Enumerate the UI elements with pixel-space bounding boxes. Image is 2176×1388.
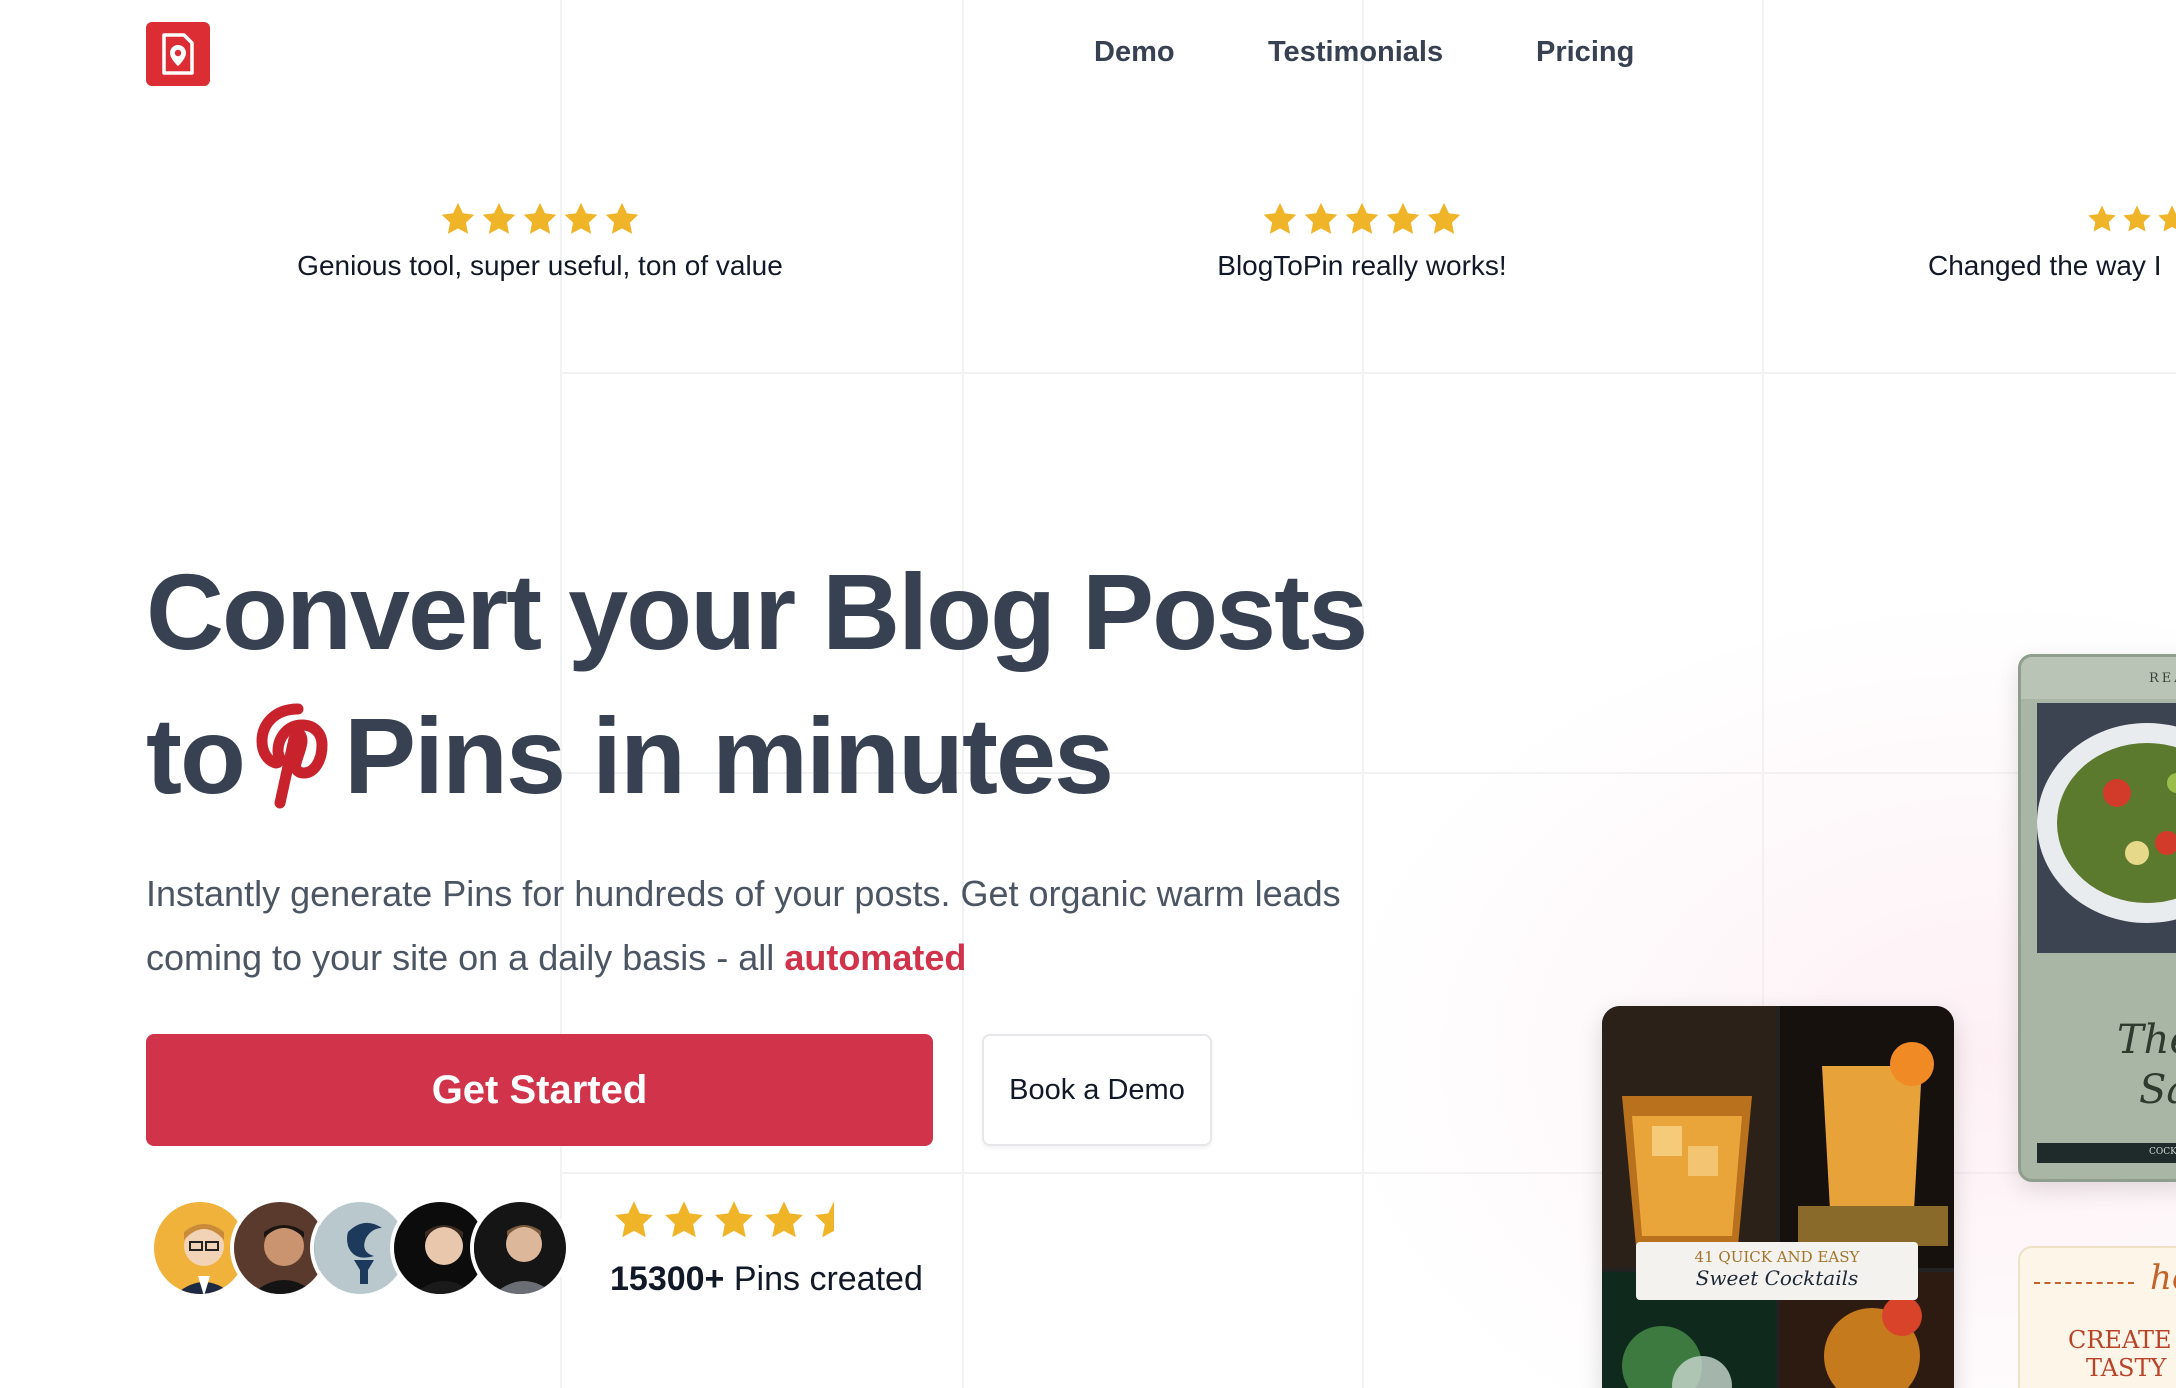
star-icon: [615, 1201, 653, 1238]
grid-line: [560, 372, 2176, 374]
pin-salad-title-2: Sa: [2139, 1067, 2176, 1113]
testimonial-text: Changed the way I: [1928, 250, 2162, 281]
star-rating: [1928, 200, 2176, 238]
star-icon: [2088, 205, 2116, 232]
star-icon: [1345, 202, 1379, 234]
pin-overlay-small: 41 QUICK AND EASY: [1694, 1248, 1860, 1266]
pins-label: Pins created: [733, 1260, 923, 1298]
hero-title-to: to: [146, 695, 246, 816]
avatar: [470, 1198, 570, 1298]
pin-tasty-divider: [2034, 1282, 2134, 1284]
pin-overlay-label: 41 QUICK AND EASY Sweet Cocktails: [1636, 1242, 1918, 1300]
testimonial-card: BlogToPin really works!: [1102, 200, 1622, 282]
star-icon: [715, 1201, 753, 1238]
cocktail-image: [1602, 1006, 1954, 1388]
star-icon: [564, 202, 598, 234]
testimonial-text: Genious tool, super useful, ton of value: [297, 250, 783, 281]
star-icon: [1386, 202, 1420, 234]
star-icon: [441, 202, 475, 234]
star-icon: [1263, 202, 1297, 234]
hero-title-line2: Pins in minutes: [343, 695, 1114, 816]
pin-overlay-title: Sweet Cocktails: [1695, 1266, 1859, 1290]
star-icon: [2158, 205, 2176, 232]
pin-salad-top: REA: [2021, 657, 2176, 699]
pins-count: 15300+: [610, 1260, 725, 1298]
testimonial-card: Genious tool, super useful, ton of value: [280, 200, 800, 282]
star-icon: [2123, 205, 2151, 232]
pin-tasty-line1: CREATE I: [2068, 1326, 2176, 1354]
star-icon: [1304, 202, 1338, 234]
logo[interactable]: [146, 22, 210, 86]
testimonial-text: BlogToPin really works!: [1217, 250, 1507, 281]
star-icon: [482, 202, 516, 234]
hero-title: Convert your Blog Posts to Pins in minut…: [146, 540, 1368, 828]
logo-icon: [162, 33, 194, 75]
star-icon: [523, 202, 557, 234]
pin-tasty-line2: TASTY: [2086, 1354, 2167, 1382]
get-started-button[interactable]: Get Started: [146, 1034, 933, 1146]
nav-pricing[interactable]: Pricing: [1536, 36, 1634, 69]
pin-salad-footer: COCKT: [2037, 1143, 2176, 1163]
hero-subtitle-accent: automated: [784, 937, 967, 978]
nav-testimonials[interactable]: Testimonials: [1268, 36, 1443, 69]
star-rating: [1102, 200, 1622, 238]
hero-subtitle-text: Instantly generate Pins for hundreds of …: [146, 873, 1341, 978]
star-icon: [605, 202, 639, 234]
pins-created-stat: 15300+ Pins created: [610, 1260, 923, 1299]
star-icon: [765, 1201, 803, 1238]
pinterest-icon: [256, 703, 328, 809]
aggregate-rating: [612, 1198, 856, 1242]
pin-preview-cocktails: 41 QUICK AND EASY Sweet Cocktails: [1602, 1006, 1954, 1388]
salad-image: [2037, 703, 2176, 953]
pin-tasty-script: ho: [2150, 1258, 2176, 1298]
pin-preview-tasty: ho CREATE I TASTY: [2018, 1246, 2176, 1388]
hero-subtitle: Instantly generate Pins for hundreds of …: [146, 862, 1466, 990]
hero-title-line1: Convert your Blog Posts: [146, 551, 1368, 672]
nav-demo[interactable]: Demo: [1094, 36, 1175, 69]
star-icon: [1427, 202, 1461, 234]
star-icon: [665, 1201, 703, 1238]
testimonial-card: Changed the way I: [1928, 200, 2176, 282]
half-star-icon: [815, 1201, 834, 1238]
pin-preview-salad: REA The Sa COCKT: [2018, 654, 2176, 1182]
book-demo-button[interactable]: Book a Demo: [982, 1034, 1212, 1146]
star-rating: [280, 200, 800, 238]
pin-salad-title-1: The: [2117, 1017, 2176, 1063]
